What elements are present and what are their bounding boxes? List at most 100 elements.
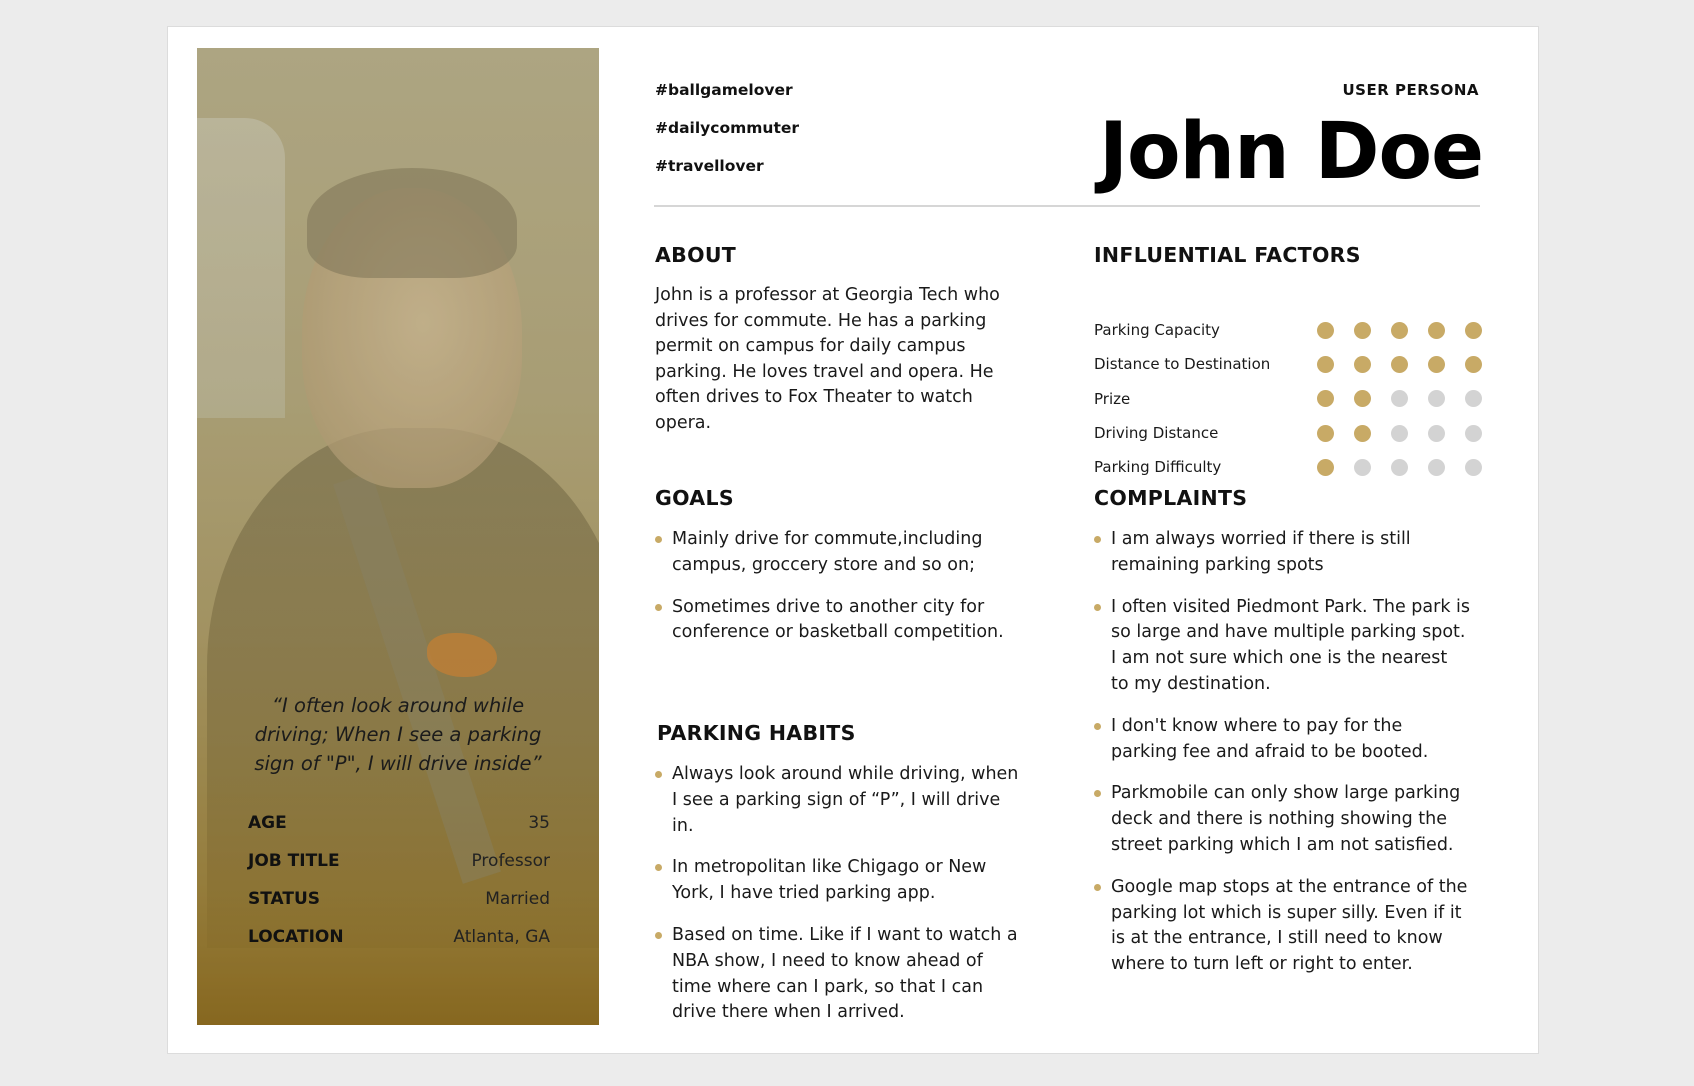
rating-dot-empty-icon	[1465, 390, 1482, 408]
habit-text: In metropolitan like Chigago or New York…	[672, 857, 987, 904]
rating-dot-filled-icon	[1317, 458, 1334, 476]
rating-dot-filled-icon	[1354, 355, 1371, 373]
persona-photo: “I often look around while driving; When…	[197, 48, 599, 1025]
bullet-dot-icon	[1094, 790, 1101, 798]
hashtag: #dailycommuter	[655, 119, 800, 137]
rating-dot-filled-icon	[1317, 390, 1334, 408]
rating-dot-filled-icon	[1317, 321, 1334, 339]
rating-dot-filled-icon	[1428, 321, 1445, 339]
factor-row: Parking Capacity	[1094, 313, 1482, 347]
rating-dot-filled-icon	[1391, 321, 1408, 339]
factor-row: Prize	[1094, 382, 1482, 416]
goals-list: Mainly drive for commute,including campu…	[655, 527, 1025, 662]
list-item: In metropolitan like Chigago or New York…	[655, 855, 1025, 907]
list-item: I often visited Piedmont Park. The park …	[1094, 595, 1470, 698]
list-item: Mainly drive for commute,including campu…	[655, 527, 1025, 579]
rating-dot-filled-icon	[1391, 355, 1408, 373]
rating-dot-filled-icon	[1465, 355, 1482, 373]
complaints-title: COMPLAINTS	[1094, 486, 1248, 510]
list-item: Based on time. Like if I want to watch a…	[655, 923, 1025, 1026]
factor-label: Driving Distance	[1094, 424, 1219, 443]
factor-label: Parking Difficulty	[1094, 458, 1222, 477]
complaint-text: Parkmobile can only show large parking d…	[1111, 783, 1461, 855]
persona-name: John Doe	[1098, 107, 1484, 197]
bullet-dot-icon	[655, 603, 662, 611]
bullet-dot-icon	[1094, 722, 1101, 730]
rating-dots	[1317, 390, 1482, 408]
hashtag-list: #ballgamelover #dailycommuter #travellov…	[655, 81, 799, 195]
rating-dot-empty-icon	[1428, 390, 1445, 408]
persona-sheet: “I often look around while driving; When…	[167, 26, 1539, 1054]
rating-dot-empty-icon	[1391, 424, 1408, 442]
rating-dot-empty-icon	[1428, 458, 1445, 476]
fact-location: LOCATION Atlanta, GA	[248, 927, 550, 965]
factor-label: Prize	[1094, 389, 1131, 408]
rating-dot-empty-icon	[1354, 458, 1371, 476]
bullet-dot-icon	[1094, 603, 1101, 611]
rating-dot-filled-icon	[1354, 321, 1371, 339]
habit-text: Always look around while driving, when I…	[672, 764, 1019, 836]
hashtag: #ballgamelover	[655, 81, 793, 99]
list-item: I don't know where to pay for the parkin…	[1094, 714, 1470, 766]
habits-list: Always look around while driving, when I…	[655, 762, 1025, 1042]
rating-dot-empty-icon	[1465, 424, 1482, 442]
rating-dot-filled-icon	[1317, 355, 1334, 373]
list-item: Google map stops at the entrance of the …	[1094, 875, 1470, 978]
rating-dots	[1317, 321, 1482, 339]
bullet-dot-icon	[655, 771, 662, 778]
rating-dot-filled-icon	[1354, 390, 1371, 408]
rating-dot-empty-icon	[1428, 424, 1445, 442]
rating-dot-filled-icon	[1354, 424, 1371, 442]
factor-label: Parking Capacity	[1094, 321, 1220, 340]
factors-title: INFLUENTIAL FACTORS	[1094, 243, 1361, 267]
rating-dot-empty-icon	[1391, 458, 1408, 476]
about-title: ABOUT	[655, 243, 737, 267]
complaints-list: I am always worried if there is still re…	[1094, 527, 1470, 994]
goal-text: Mainly drive for commute,including campu…	[672, 529, 983, 575]
fact-label: STATUS	[248, 889, 321, 909]
rating-dot-filled-icon	[1317, 424, 1334, 442]
bullet-dot-icon	[1094, 536, 1101, 543]
list-item: Parkmobile can only show large parking d…	[1094, 781, 1470, 858]
rating-dot-filled-icon	[1428, 355, 1445, 373]
factor-row: Driving Distance	[1094, 416, 1482, 450]
bullet-dot-icon	[655, 536, 662, 543]
fact-job-title: JOB TITLE Professor	[248, 851, 550, 889]
complaint-text: Google map stops at the entrance of the …	[1111, 876, 1468, 975]
fact-value: Married	[485, 889, 550, 909]
complaint-text: I don't know where to pay for the parkin…	[1111, 715, 1429, 762]
complaint-text: I often visited Piedmont Park. The park …	[1111, 596, 1470, 694]
bullet-dot-icon	[1094, 883, 1101, 891]
fact-value: Professor	[471, 851, 550, 871]
hashtag: #travellover	[655, 157, 764, 175]
goals-title: GOALS	[655, 486, 734, 510]
fact-value: 35	[528, 813, 550, 833]
fact-label: AGE	[248, 813, 287, 833]
rating-dots	[1317, 458, 1482, 476]
factors-list: Parking Capacity Distance to Destination…	[1094, 313, 1482, 484]
fact-value: Atlanta, GA	[453, 927, 550, 947]
fact-age: AGE 35	[248, 813, 550, 851]
rating-dot-empty-icon	[1391, 390, 1408, 408]
habits-title: PARKING HABITS	[657, 721, 856, 745]
rating-dot-filled-icon	[1465, 321, 1482, 339]
rating-dots	[1317, 355, 1482, 373]
rating-dots	[1317, 424, 1482, 442]
list-item: I am always worried if there is still re…	[1094, 527, 1470, 579]
bullet-dot-icon	[655, 864, 662, 872]
fact-label: JOB TITLE	[248, 851, 340, 871]
persona-quote: “I often look around while driving; When…	[254, 694, 542, 775]
fact-status: STATUS Married	[248, 889, 550, 927]
list-item: Always look around while driving, when I…	[655, 762, 1025, 839]
factor-label: Distance to Destination	[1094, 355, 1271, 374]
rating-dot-empty-icon	[1465, 458, 1482, 476]
header-divider	[654, 205, 1480, 207]
habit-text: Based on time. Like if I want to watch a…	[672, 924, 1018, 1023]
factor-row: Parking Difficulty	[1094, 450, 1482, 484]
list-item: Sometimes drive to another city for conf…	[655, 595, 1025, 647]
persona-facts: AGE 35 JOB TITLE Professor STATUS Marrie…	[248, 813, 550, 965]
bullet-dot-icon	[655, 931, 662, 939]
about-text: John is a professor at Georgia Tech who …	[655, 285, 1000, 433]
fact-label: LOCATION	[248, 927, 344, 947]
complaint-text: I am always worried if there is still re…	[1111, 529, 1411, 575]
